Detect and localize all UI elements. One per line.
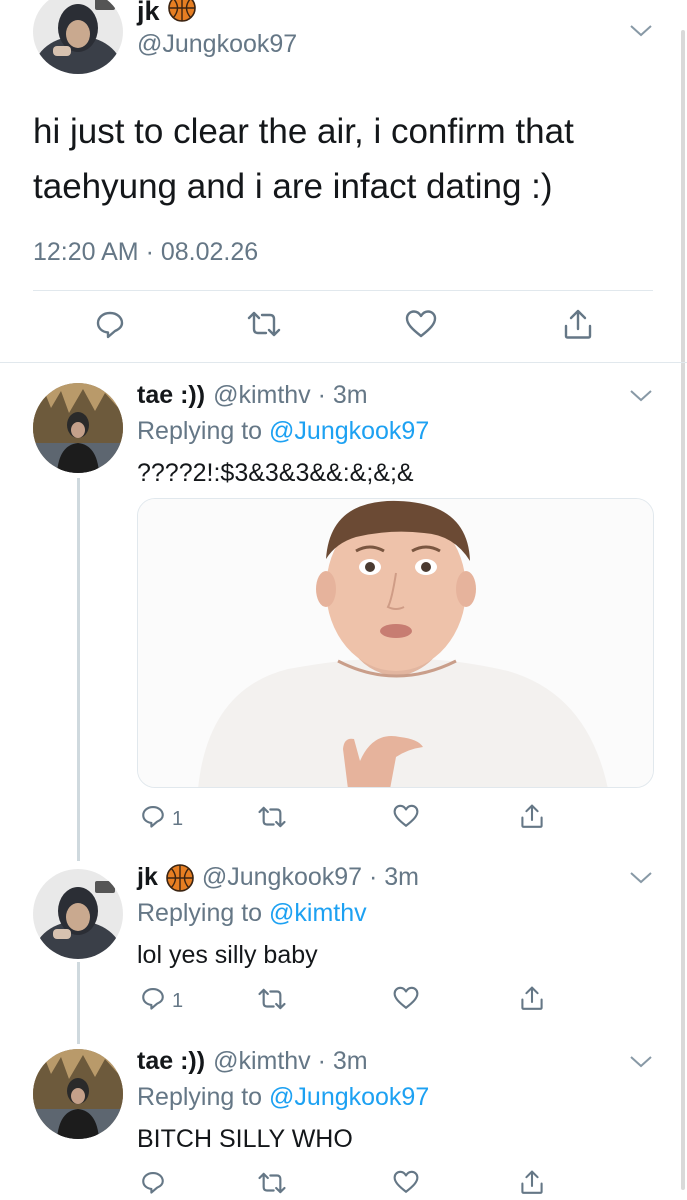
divider (33, 290, 653, 291)
mention-link[interactable]: @Jungkook97 (269, 1083, 429, 1111)
handle-time[interactable]: @Jungkook97 · 3m (202, 863, 419, 892)
replying-to: Replying to @Jungkook97 (137, 417, 429, 446)
replying-prefix: Replying to (137, 417, 263, 445)
handle-time[interactable]: @kimthv · 3m (213, 381, 368, 410)
reply-count: 1 (172, 807, 184, 830)
action-bar (0, 1169, 687, 1200)
author-name-row: jk (137, 0, 196, 29)
mention-link[interactable]: @kimthv (269, 899, 367, 927)
handle[interactable]: @Jungkook97 (137, 30, 297, 59)
action-bar: 1 (0, 985, 687, 1019)
share-icon (520, 1169, 544, 1200)
display-name[interactable]: jk (137, 863, 158, 892)
like-icon (404, 308, 438, 346)
avatar[interactable] (33, 0, 123, 74)
handle-time[interactable]: @kimthv · 3m (213, 1047, 368, 1076)
reply-tweet: tae :)) @kimthv · 3m Replying to @Jungko… (0, 1033, 687, 1200)
chevron-down-icon[interactable] (628, 1051, 654, 1076)
retweet-icon (257, 805, 287, 835)
action-bar: 1 (0, 803, 687, 837)
like-button[interactable] (392, 985, 420, 1017)
retweet-icon (257, 987, 287, 1017)
media-image[interactable] (137, 498, 654, 788)
share-icon (520, 985, 544, 1017)
share-button[interactable] (563, 308, 593, 346)
like-icon (392, 985, 420, 1017)
like-icon (392, 1169, 420, 1200)
author-row: tae :)) @kimthv · 3m (137, 381, 368, 410)
tweet-text-line: taehyung and i are infact dating :) (33, 167, 553, 206)
reply-button[interactable]: 1 (140, 803, 183, 835)
reply-button[interactable] (140, 1169, 172, 1200)
like-button[interactable] (392, 803, 420, 835)
replying-prefix: Replying to (137, 899, 263, 927)
reply-tweet: tae :)) @kimthv · 3m Replying to @Jungko… (0, 363, 687, 853)
main-tweet: jk @Jungkook97 hi just to clear the air,… (0, 0, 687, 363)
reply-button[interactable]: 1 (140, 985, 183, 1017)
tweet-text: lol yes silly baby (137, 941, 318, 969)
share-icon (563, 308, 593, 346)
retweet-button[interactable] (257, 987, 287, 1017)
share-icon (520, 803, 544, 835)
chevron-down-icon[interactable] (628, 20, 654, 45)
retweet-icon (257, 1171, 287, 1200)
retweet-button[interactable] (257, 1171, 287, 1200)
retweet-icon (246, 310, 282, 344)
share-button[interactable] (520, 985, 544, 1017)
action-bar (0, 308, 687, 348)
avatar[interactable] (33, 869, 123, 959)
replying-to: Replying to @Jungkook97 (137, 1083, 429, 1112)
basketball-icon (166, 863, 194, 892)
retweet-button[interactable] (246, 310, 282, 344)
replying-prefix: Replying to (137, 1083, 263, 1111)
tweet-text: BITCH SILLY WHO (137, 1125, 353, 1153)
replying-to: Replying to @kimthv (137, 899, 367, 928)
like-button[interactable] (404, 308, 438, 346)
avatar[interactable] (33, 1049, 123, 1139)
basketball-icon (167, 0, 196, 29)
reply-icon (140, 803, 166, 835)
reply-icon (140, 985, 166, 1017)
reply-tweet: jk @Jungkook97 · 3m Replying to @kimthv … (0, 853, 687, 1033)
mention-link[interactable]: @Jungkook97 (269, 417, 429, 445)
reply-count: 1 (172, 989, 184, 1012)
like-button[interactable] (392, 1169, 420, 1200)
retweet-button[interactable] (257, 805, 287, 835)
reply-button[interactable] (94, 308, 126, 346)
tweet-text-line: hi just to clear the air, i confirm that (33, 112, 574, 151)
chevron-down-icon[interactable] (628, 867, 654, 892)
timestamp[interactable]: 12:20 AM · 08.02.26 (33, 238, 258, 267)
display-name[interactable]: tae :)) (137, 381, 205, 410)
display-name[interactable]: jk (137, 0, 160, 27)
author-row: tae :)) @kimthv · 3m (137, 1047, 368, 1076)
display-name[interactable]: tae :)) (137, 1047, 205, 1076)
chevron-down-icon[interactable] (628, 385, 654, 410)
like-icon (392, 803, 420, 835)
reply-icon (94, 308, 126, 346)
reply-icon (140, 1169, 166, 1200)
tweet-text: ????2!:$3&3&3&&:&;&;& (137, 459, 414, 487)
author-row: jk @Jungkook97 · 3m (137, 863, 419, 892)
avatar[interactable] (33, 383, 123, 473)
tweet-text: hi just to clear the air, i confirm that… (33, 104, 653, 214)
share-button[interactable] (520, 803, 544, 835)
share-button[interactable] (520, 1169, 544, 1200)
